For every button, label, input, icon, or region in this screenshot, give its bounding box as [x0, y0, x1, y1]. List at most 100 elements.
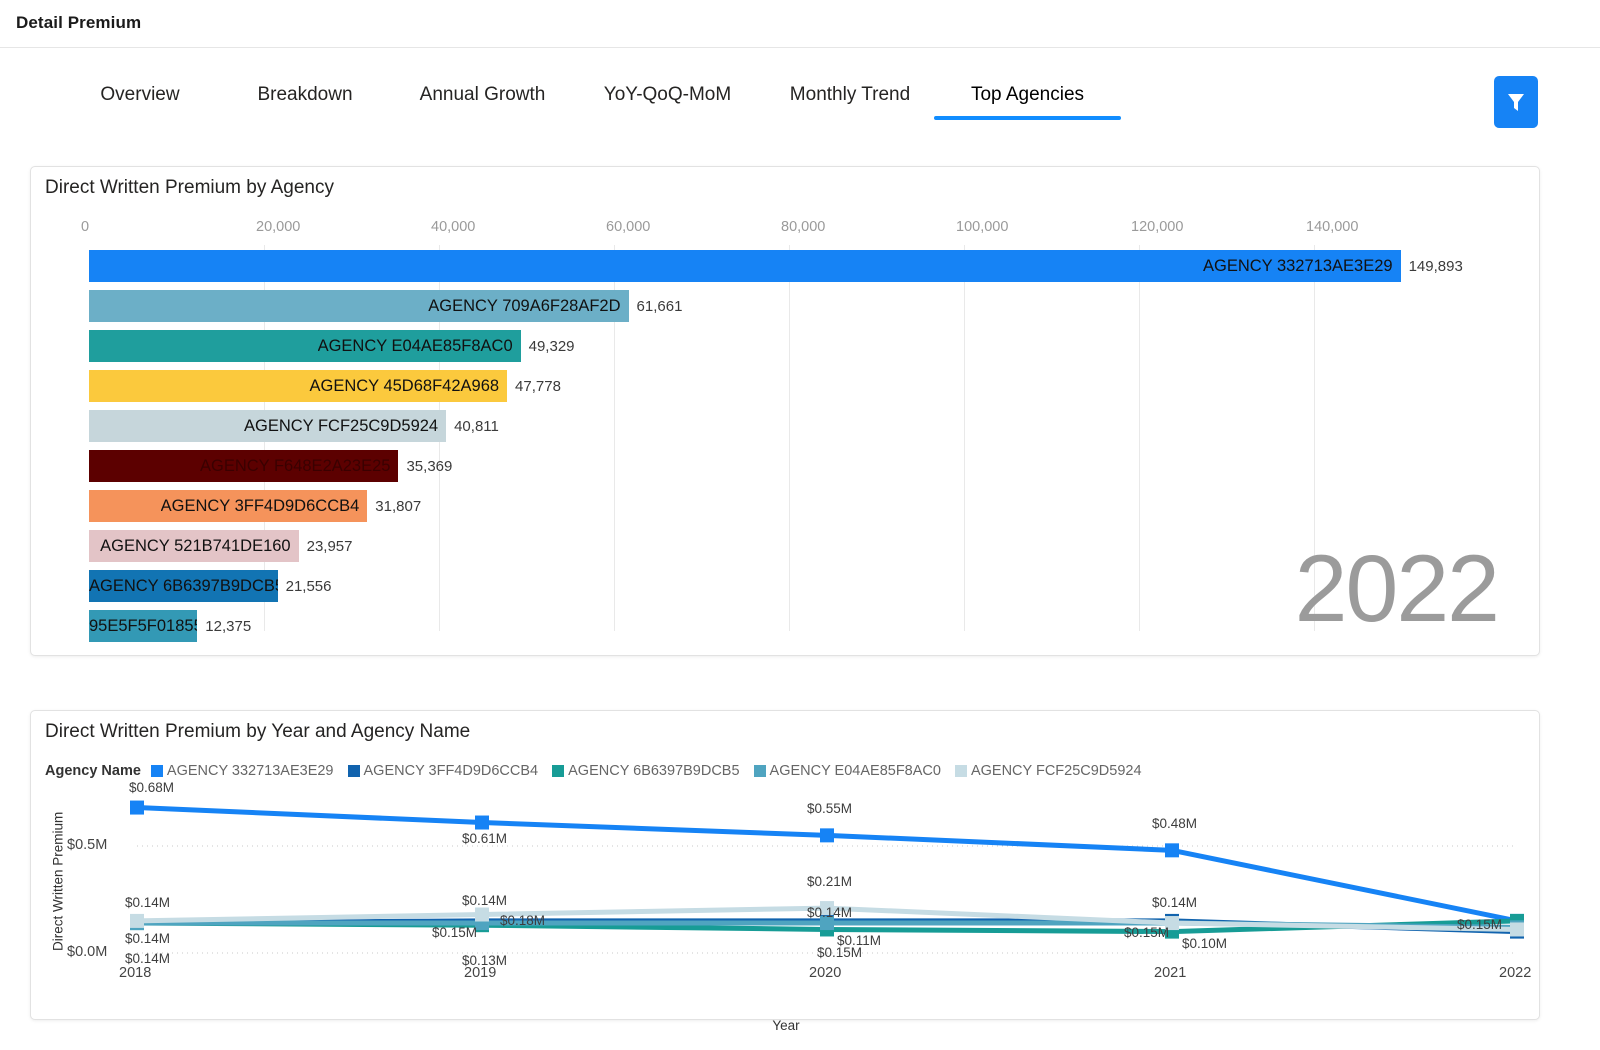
tab-overview[interactable]: Overview — [60, 78, 220, 116]
bar-value-label: 31,807 — [375, 490, 421, 522]
legend-color-swatch — [151, 765, 163, 777]
tab-active-underline — [575, 116, 760, 120]
line-data-label: $0.15M — [432, 925, 477, 940]
line-data-label: $0.61M — [462, 831, 507, 846]
legend-color-swatch — [754, 765, 766, 777]
bar[interactable]: AGENCY 332713AE3E29 — [89, 250, 1401, 282]
line-data-label: $0.18M — [500, 913, 545, 928]
tab-top-agencies[interactable]: Top Agencies — [940, 78, 1115, 116]
legend-item[interactable]: AGENCY 3FF4D9D6CCB4 — [348, 763, 539, 779]
bar-row[interactable]: AGENCY 3FF4D9D6CCB431,807 — [56, 487, 1526, 527]
legend-title: Agency Name — [45, 763, 141, 779]
legend-item[interactable]: AGENCY E04AE85F8AC0 — [754, 763, 941, 779]
legend-color-swatch — [955, 765, 967, 777]
bar-axis-tick-label: 60,000 — [606, 219, 650, 235]
line-chart-legend[interactable]: Agency Name AGENCY 332713AE3E29 AGENCY 3F… — [45, 763, 1156, 779]
year-watermark: 2022 — [1295, 542, 1498, 637]
dashboard-page: Detail Premium Overview Breakdown Annual G… — [0, 0, 1600, 1050]
bar-value-label: 61,661 — [637, 290, 683, 322]
legend-label: AGENCY E04AE85F8AC0 — [770, 763, 941, 779]
legend-item[interactable]: AGENCY FCF25C9D5924 — [955, 763, 1142, 779]
bar-value-label: 149,893 — [1409, 250, 1463, 282]
bar[interactable]: AGENCY 45D68F42A968 — [89, 370, 507, 402]
bar[interactable]: AGENCY FCF25C9D5924 — [89, 410, 446, 442]
tab-label: Breakdown — [257, 84, 352, 105]
bar-axis-tick-label: 20,000 — [256, 219, 300, 235]
page-title: Detail Premium — [16, 13, 141, 33]
bar-inner-label: AGENCY 6B6397B9DCB5 — [89, 577, 278, 596]
bar[interactable]: AGENCY E04AE85F8AC0 — [89, 330, 521, 362]
bar-chart-plot-area[interactable]: 020,00040,00060,00080,000100,000120,0001… — [56, 219, 1526, 639]
bar-value-label: 23,957 — [307, 530, 353, 562]
line-chart-card[interactable]: Direct Written Premium by Year and Agenc… — [30, 710, 1540, 1020]
bar-value-label: 40,811 — [454, 410, 499, 442]
line-data-label: $0.15M — [1124, 925, 1169, 940]
bar-row[interactable]: AGENCY 45D68F42A96847,778 — [56, 367, 1526, 407]
bar-row[interactable]: AGENCY F648E2A23E2535,369 — [56, 447, 1526, 487]
bar-value-label: 12,375 — [205, 610, 251, 642]
bar[interactable]: AGENCY F648E2A23E25 — [89, 450, 398, 482]
bar-row[interactable]: AGENCY 709A6F28AF2D 61,661 — [56, 287, 1526, 327]
bar-inner-label: AGENCY 521B741DE160 — [100, 537, 298, 556]
tab-active-underline — [934, 116, 1121, 120]
line-chart-title: Direct Written Premium by Year and Agenc… — [45, 721, 470, 743]
line-series-svg — [45, 791, 1527, 1009]
bar[interactable]: 95E5F5F01855 — [89, 610, 197, 642]
bar-value-label: 49,329 — [529, 330, 575, 362]
tab-active-underline — [760, 116, 940, 120]
tab-annual-growth[interactable]: Annual Growth — [390, 78, 575, 116]
legend-label: AGENCY 6B6397B9DCB5 — [568, 763, 739, 779]
bar-row[interactable]: AGENCY 332713AE3E29 149,893 — [56, 247, 1526, 287]
legend-color-swatch — [552, 765, 564, 777]
line-data-label: $0.14M — [125, 895, 170, 910]
bar-inner-label: AGENCY 709A6F28AF2D — [428, 297, 628, 316]
tab-bar: Overview Breakdown Annual Growth YoY-QoQ-Mo… — [0, 48, 1600, 158]
bar-axis-tick-label: 140,000 — [1306, 219, 1358, 235]
bar-axis-tick-label: 120,000 — [1131, 219, 1183, 235]
line-data-label: $0.21M — [807, 874, 852, 889]
line-chart-plot-area[interactable]: Direct Written Premium $0.0M$0.5M $0.68M… — [45, 791, 1527, 1009]
line-x-tick-label: 2019 — [464, 965, 496, 981]
line-data-label: $0.11M — [837, 933, 881, 948]
bar-axis-tick-label: 0 — [81, 219, 89, 235]
bar[interactable]: AGENCY 3FF4D9D6CCB4 — [89, 490, 367, 522]
line-x-tick-label: 2022 — [1499, 965, 1531, 981]
app-header: Detail Premium — [0, 0, 1600, 48]
tab-label: Top Agencies — [971, 84, 1084, 105]
bar-chart-title: Direct Written Premium by Agency — [45, 177, 334, 199]
bar-axis-tick-label: 40,000 — [431, 219, 475, 235]
bar-row[interactable]: AGENCY E04AE85F8AC0 49,329 — [56, 327, 1526, 367]
line-data-label: $0.15M — [1457, 917, 1502, 932]
bar[interactable]: AGENCY 709A6F28AF2D — [89, 290, 629, 322]
tab-active-underline — [390, 116, 575, 120]
legend-item[interactable]: AGENCY 332713AE3E29 — [151, 763, 334, 779]
filter-button[interactable] — [1494, 76, 1538, 128]
line-data-label: $0.14M — [125, 951, 170, 966]
legend-item[interactable]: AGENCY 6B6397B9DCB5 — [552, 763, 739, 779]
tab-label: Annual Growth — [420, 84, 546, 105]
bar-value-label: 35,369 — [406, 450, 452, 482]
bar[interactable]: AGENCY 6B6397B9DCB5 — [89, 570, 278, 602]
tab-active-underline — [220, 116, 390, 120]
tab-label: Overview — [100, 84, 179, 105]
tab-label: Monthly Trend — [790, 84, 910, 105]
tab-breakdown[interactable]: Breakdown — [220, 78, 390, 116]
line-data-label: $0.10M — [1182, 936, 1227, 951]
bar[interactable]: AGENCY 521B741DE160 — [89, 530, 299, 562]
line-data-label: $0.14M — [1152, 895, 1197, 910]
tab-active-underline — [60, 116, 220, 120]
tab-label: YoY-QoQ-MoM — [604, 84, 731, 105]
bar-value-label: 47,778 — [515, 370, 561, 402]
bar-inner-label: AGENCY FCF25C9D5924 — [244, 417, 446, 436]
bar-chart-card[interactable]: Direct Written Premium by Agency 0 20,000… — [30, 166, 1540, 656]
filter-icon — [1505, 90, 1527, 114]
line-data-label: $0.14M — [462, 893, 507, 908]
bar-inner-label: AGENCY 332713AE3E29 — [1203, 257, 1401, 276]
line-data-label: $0.14M — [807, 905, 852, 920]
tab-monthly-trend[interactable]: Monthly Trend — [760, 78, 940, 116]
bar-inner-label: AGENCY E04AE85F8AC0 — [318, 337, 521, 356]
bar-row[interactable]: AGENCY FCF25C9D5924 40,811 — [56, 407, 1526, 447]
tab-yoy-qoq-mom[interactable]: YoY-QoQ-MoM — [575, 78, 760, 116]
legend-color-swatch — [348, 765, 360, 777]
line-data-label: $0.68M — [129, 780, 174, 795]
